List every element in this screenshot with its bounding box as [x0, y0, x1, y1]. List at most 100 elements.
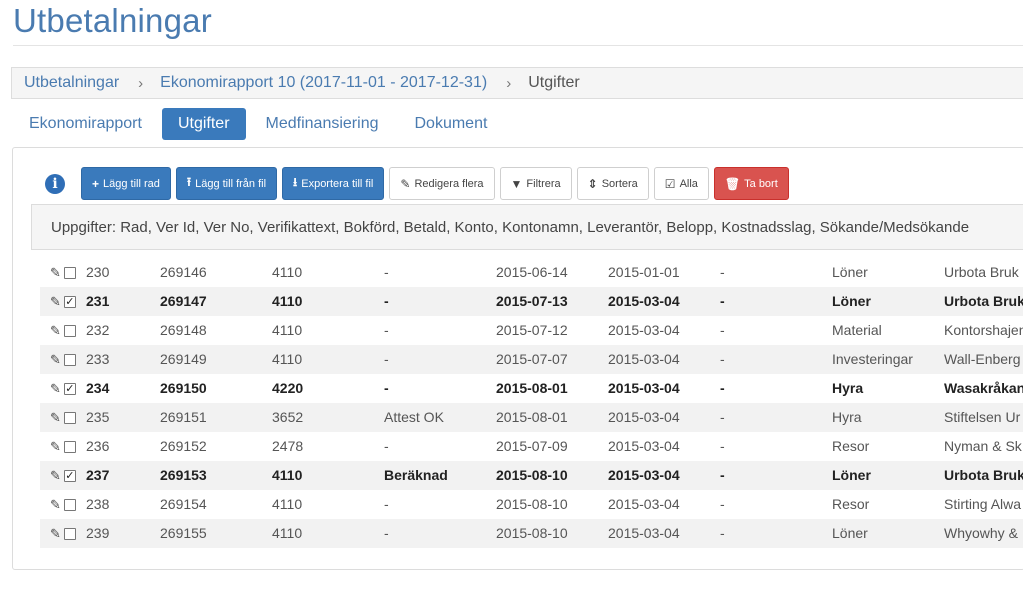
row-konto: - — [720, 264, 725, 280]
row-leverantor: Wall-Enberg — [944, 351, 1021, 367]
filter-button[interactable]: ▼ Filtrera — [499, 167, 572, 200]
table-row[interactable]: ✎ 233 269149 4110 - 2015-07-07 2015-03-04 - Inve… — [40, 345, 1023, 374]
tab-dokument[interactable]: Dokument — [398, 108, 503, 140]
row-ver-id: 269154 — [160, 496, 207, 512]
row-ver-id: 269149 — [160, 351, 207, 367]
row-bokford: 2015-08-10 — [496, 525, 568, 541]
row-bokford: 2015-06-14 — [496, 264, 568, 280]
row-bokford: 2015-08-01 — [496, 409, 568, 425]
row-bokford: 2015-07-07 — [496, 351, 568, 367]
edit-icon[interactable]: ✎ — [50, 461, 61, 490]
row-checkbox[interactable]: ✓ — [63, 295, 76, 308]
row-checkbox[interactable] — [63, 324, 76, 337]
row-checkbox[interactable] — [63, 498, 76, 511]
row-rad: 239 — [86, 525, 110, 541]
expenses-panel: i + Lägg till rad ⭱ Lägg till från fil ⭳… — [12, 147, 1023, 570]
edit-icon[interactable]: ✎ — [50, 258, 61, 287]
row-ver-no: 4110 — [272, 467, 303, 483]
edit-icon[interactable]: ✎ — [50, 519, 61, 548]
edit-icon[interactable]: ✎ — [50, 316, 61, 345]
row-verifikattext: - — [384, 496, 389, 512]
page-title: Utbetalningar — [13, 2, 212, 39]
tab-utgifter[interactable]: Utgifter — [161, 108, 246, 140]
row-konto: - — [720, 351, 725, 367]
select-all-button[interactable]: ☑ Alla — [653, 167, 709, 200]
edit-icon: ✎ — [400, 176, 411, 191]
table-row[interactable]: ✎ 239 269155 4110 - 2015-08-10 2015-03-04 - Löne… — [40, 519, 1023, 548]
row-controls: ✎ — [50, 403, 82, 432]
edit-icon[interactable]: ✎ — [50, 432, 61, 461]
row-checkbox[interactable] — [63, 266, 76, 279]
row-checkbox[interactable]: ✓ — [63, 382, 76, 395]
row-rad: 235 — [86, 409, 110, 425]
row-kontonamn: Material — [832, 322, 882, 338]
tab-ekonomirapport[interactable]: Ekonomirapport — [13, 108, 158, 140]
row-checkbox[interactable]: ✓ — [63, 469, 76, 482]
checkbox-icon: ☑ — [664, 176, 676, 191]
row-ver-id: 269146 — [160, 264, 207, 280]
edit-icon[interactable]: ✎ — [50, 374, 61, 403]
row-ver-no: 4220 — [272, 380, 304, 396]
row-leverantor: Nyman & Sk — [944, 438, 1022, 454]
info-icon[interactable]: i — [45, 174, 65, 194]
toolbar: + Lägg till rad ⭱ Lägg till från fil ⭳ E… — [81, 167, 794, 200]
add-row-button[interactable]: + Lägg till rad — [81, 167, 171, 200]
row-konto: - — [720, 496, 725, 512]
row-checkbox[interactable] — [63, 353, 76, 366]
row-controls: ✎ — [50, 490, 82, 519]
table-row[interactable]: ✎ 232 269148 4110 - 2015-07-12 2015-03-04 - Mate… — [40, 316, 1023, 345]
breadcrumb-ekonomirapport[interactable]: Ekonomirapport 10 (2017-11-01 - 2017-12-… — [160, 74, 487, 92]
table-row[interactable]: ✎ ✓ 237 269153 4110 Beräknad 2015-08-10 2015-03… — [40, 461, 1023, 490]
row-rad: 238 — [86, 496, 110, 512]
add-from-file-button[interactable]: ⭱ Lägg till från fil — [175, 167, 278, 200]
edit-icon[interactable]: ✎ — [50, 345, 61, 374]
row-bokford: 2015-07-13 — [496, 293, 568, 309]
breadcrumb-utbetalningar[interactable]: Utbetalningar — [24, 74, 119, 92]
row-rad: 237 — [86, 467, 110, 483]
breadcrumb: Utbetalningar › Ekonomirapport 10 (2017-… — [11, 67, 1023, 99]
table-row[interactable]: ✎ ✓ 234 269150 4220-2015-08-01 2015-03-04- Hyr… — [40, 374, 1023, 403]
export-to-file-button[interactable]: ⭳ Exportera till fil — [282, 167, 385, 200]
row-rad: 231 — [86, 293, 110, 309]
row-bokford: 2015-08-01 — [496, 380, 568, 396]
table-row[interactable]: ✎ 238 269154 4110 - 2015-08-10 2015-03-04 - Reso… — [40, 490, 1023, 519]
row-betald: 2015-01-01 — [608, 264, 680, 280]
row-controls: ✎ — [50, 519, 82, 548]
row-ver-id: 269147 — [160, 293, 207, 309]
row-ver-id: 269151 — [160, 409, 207, 425]
edit-icon[interactable]: ✎ — [50, 490, 61, 519]
table-row[interactable]: ✎ 230 269146 4110 - 2015-06-14 2015-01-01 - Löne… — [40, 258, 1023, 287]
row-konto: - — [720, 467, 725, 483]
row-controls: ✎ ✓ — [50, 461, 82, 490]
row-ver-id: 269150 — [160, 380, 207, 396]
delete-button[interactable]: 🗑 Ta bort — [713, 167, 789, 200]
row-controls: ✎ ✓ — [50, 287, 82, 316]
delete-label: Ta bort — [744, 177, 778, 190]
row-checkbox[interactable] — [63, 411, 76, 424]
row-betald: 2015-03-04 — [608, 293, 680, 309]
row-kontonamn: Investeringar — [832, 351, 913, 367]
filter-label: Filtrera — [526, 177, 561, 190]
edit-icon[interactable]: ✎ — [50, 287, 61, 316]
tab-bar: Ekonomirapport Utgifter Medfinansiering … — [13, 108, 507, 140]
add-from-file-label: Lägg till från fil — [195, 177, 267, 190]
row-checkbox[interactable] — [63, 527, 76, 540]
row-bokford: 2015-07-12 — [496, 322, 568, 338]
row-konto: - — [720, 438, 725, 454]
sort-label: Sortera — [601, 177, 638, 190]
row-controls: ✎ — [50, 316, 82, 345]
edit-multiple-button[interactable]: ✎ Redigera flera — [389, 167, 495, 200]
table-row[interactable]: ✎ ✓ 231 269147 4110-2015-07-13 2015-03-04- Lön… — [40, 287, 1023, 316]
breadcrumb-separator: › — [138, 74, 144, 92]
tab-medfinansiering[interactable]: Medfinansiering — [250, 108, 395, 140]
row-checkbox[interactable] — [63, 440, 76, 453]
sort-button[interactable]: ⇕ Sortera — [576, 167, 649, 200]
edit-icon[interactable]: ✎ — [50, 403, 61, 432]
export-to-file-label: Exportera till fil — [301, 177, 374, 190]
table-row[interactable]: ✎ 235 269151 3652 Attest OK 2015-08-01 2015-03… — [40, 403, 1023, 432]
row-betald: 2015-03-04 — [608, 438, 680, 454]
row-ver-no: 2478 — [272, 438, 304, 454]
row-kontonamn: Hyra — [832, 409, 862, 425]
table-row[interactable]: ✎ 236 269152 2478 - 2015-07-09 2015-03-04 - Reso… — [40, 432, 1023, 461]
row-ver-id: 269155 — [160, 525, 207, 541]
